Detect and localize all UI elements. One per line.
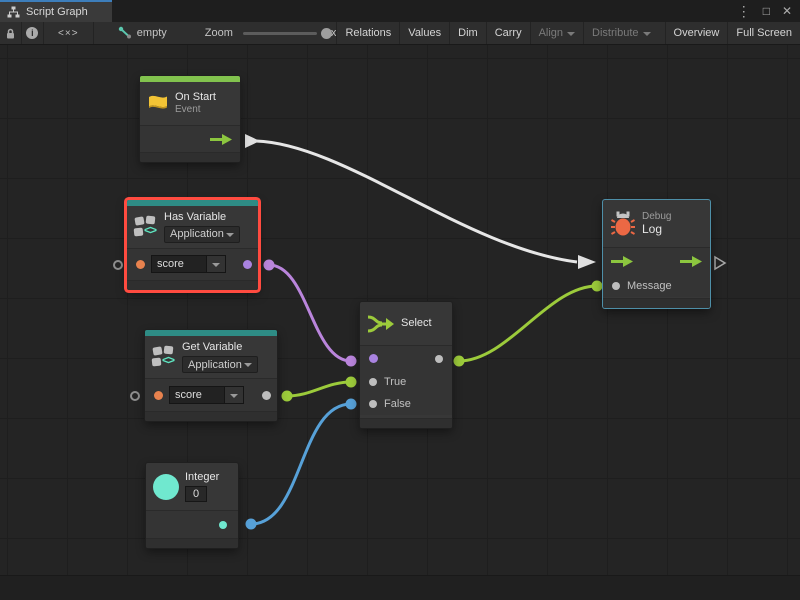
node-select[interactable]: Select True False xyxy=(360,302,452,428)
integer-value-field[interactable] xyxy=(185,484,219,502)
node-title: Log xyxy=(642,223,671,236)
true-input-port[interactable] xyxy=(369,378,377,386)
values-button[interactable]: Values xyxy=(399,22,449,44)
false-input-port[interactable] xyxy=(369,400,377,408)
tab-title: Script Graph xyxy=(26,6,88,18)
chevron-down-icon xyxy=(567,32,575,36)
selection-output-port[interactable] xyxy=(435,355,443,363)
integer-icon xyxy=(153,474,179,500)
dim-button[interactable]: Dim xyxy=(449,22,486,44)
zoom-slider-knob[interactable] xyxy=(321,28,332,39)
lock-button[interactable] xyxy=(0,22,22,44)
variable-name-input[interactable] xyxy=(169,386,225,404)
node-subtitle: Event xyxy=(175,104,216,116)
graph-name: empty xyxy=(137,27,167,39)
variable-name-picker[interactable] xyxy=(207,255,226,273)
flow-output-port[interactable] xyxy=(140,125,240,152)
flow-input-port[interactable] xyxy=(611,255,633,268)
chevron-down-icon xyxy=(212,263,220,267)
window-controls: ⋮ □ ✕ xyxy=(737,0,792,22)
node-get-variable[interactable]: <> Get Variable Application xyxy=(145,330,277,421)
variable-scope-dropdown[interactable]: Application xyxy=(164,226,240,243)
variable-name-port[interactable] xyxy=(154,391,163,400)
chevron-down-icon xyxy=(230,394,238,398)
flow-arrow-icon xyxy=(210,133,232,146)
variables-icon: <> xyxy=(152,344,176,370)
select-icon xyxy=(367,314,395,334)
node-has-variable[interactable]: <> Has Variable Application xyxy=(127,200,258,290)
node-title: Get Variable xyxy=(182,341,258,354)
script-graph-window: Script Graph ⋮ □ ✕ i <×> empty Z xyxy=(0,0,800,600)
zoom-label: Zoom xyxy=(205,27,233,39)
node-footer xyxy=(146,538,238,548)
chevron-down-icon xyxy=(226,233,234,237)
variables-icon: <> xyxy=(134,214,158,240)
node-footer xyxy=(360,418,452,428)
variable-name-input[interactable] xyxy=(151,255,207,273)
tab-bar: Script Graph ⋮ □ ✕ xyxy=(0,0,800,22)
align-dropdown[interactable]: Align xyxy=(530,22,583,44)
bool-output-port[interactable] xyxy=(243,260,252,269)
port-label-message: Message xyxy=(627,280,672,292)
node-footer xyxy=(603,298,710,308)
integer-output-port[interactable] xyxy=(219,521,227,529)
variable-name-port[interactable] xyxy=(136,260,145,269)
node-footer xyxy=(145,411,277,421)
node-title: Select xyxy=(401,317,432,330)
chevron-down-icon xyxy=(643,32,651,36)
node-footer xyxy=(140,152,240,162)
unconnected-port-ring[interactable] xyxy=(113,260,123,270)
overview-button[interactable]: Overview xyxy=(665,22,728,44)
code-preview-toggle[interactable]: <×> xyxy=(44,22,94,44)
graph-toolbar: i <×> empty Zoom 1x Relations Values Dim… xyxy=(0,22,800,45)
fullscreen-button[interactable]: Full Screen xyxy=(727,22,800,44)
integer-value-input[interactable] xyxy=(185,486,207,502)
inspect-button[interactable]: i xyxy=(22,22,44,44)
lock-icon xyxy=(5,27,16,40)
port-label-true: True xyxy=(384,376,406,388)
info-icon: i xyxy=(26,27,38,39)
window-menu-icon[interactable]: ⋮ xyxy=(737,3,751,20)
close-icon[interactable]: ✕ xyxy=(782,4,792,18)
node-title: Integer xyxy=(185,471,219,484)
maximize-icon[interactable]: □ xyxy=(763,4,770,18)
variable-name-picker[interactable] xyxy=(225,386,244,404)
graph-breadcrumb[interactable]: empty xyxy=(118,26,167,40)
bug-icon xyxy=(610,210,636,237)
zoom-slider[interactable] xyxy=(243,32,317,35)
graph-icon xyxy=(7,6,20,18)
condition-input-port[interactable] xyxy=(369,354,378,363)
graph-asset-icon xyxy=(118,26,132,40)
node-footer xyxy=(127,280,258,290)
node-on-start[interactable]: On Start Event xyxy=(140,76,240,162)
variable-scope-dropdown[interactable]: Application xyxy=(182,356,258,373)
chevron-down-icon xyxy=(244,363,252,367)
variable-name-field[interactable] xyxy=(151,255,226,273)
node-integer[interactable]: Integer xyxy=(146,463,238,548)
node-title: On Start xyxy=(175,91,216,104)
relations-button[interactable]: Relations xyxy=(336,22,399,44)
variable-name-field[interactable] xyxy=(169,386,244,404)
value-output-port[interactable] xyxy=(262,391,271,400)
node-title: Has Variable xyxy=(164,211,240,224)
flow-output-port[interactable] xyxy=(680,255,702,268)
message-input-port[interactable] xyxy=(612,282,620,290)
node-debug-log[interactable]: Debug Log Message xyxy=(603,200,710,308)
tab-script-graph[interactable]: Script Graph xyxy=(0,0,112,22)
canvas-bottom-strip xyxy=(0,575,800,600)
distribute-dropdown[interactable]: Distribute xyxy=(583,22,658,44)
carry-button[interactable]: Carry xyxy=(486,22,530,44)
flag-icon xyxy=(147,93,169,115)
unconnected-port-ring[interactable] xyxy=(130,391,140,401)
port-label-false: False xyxy=(384,398,411,410)
